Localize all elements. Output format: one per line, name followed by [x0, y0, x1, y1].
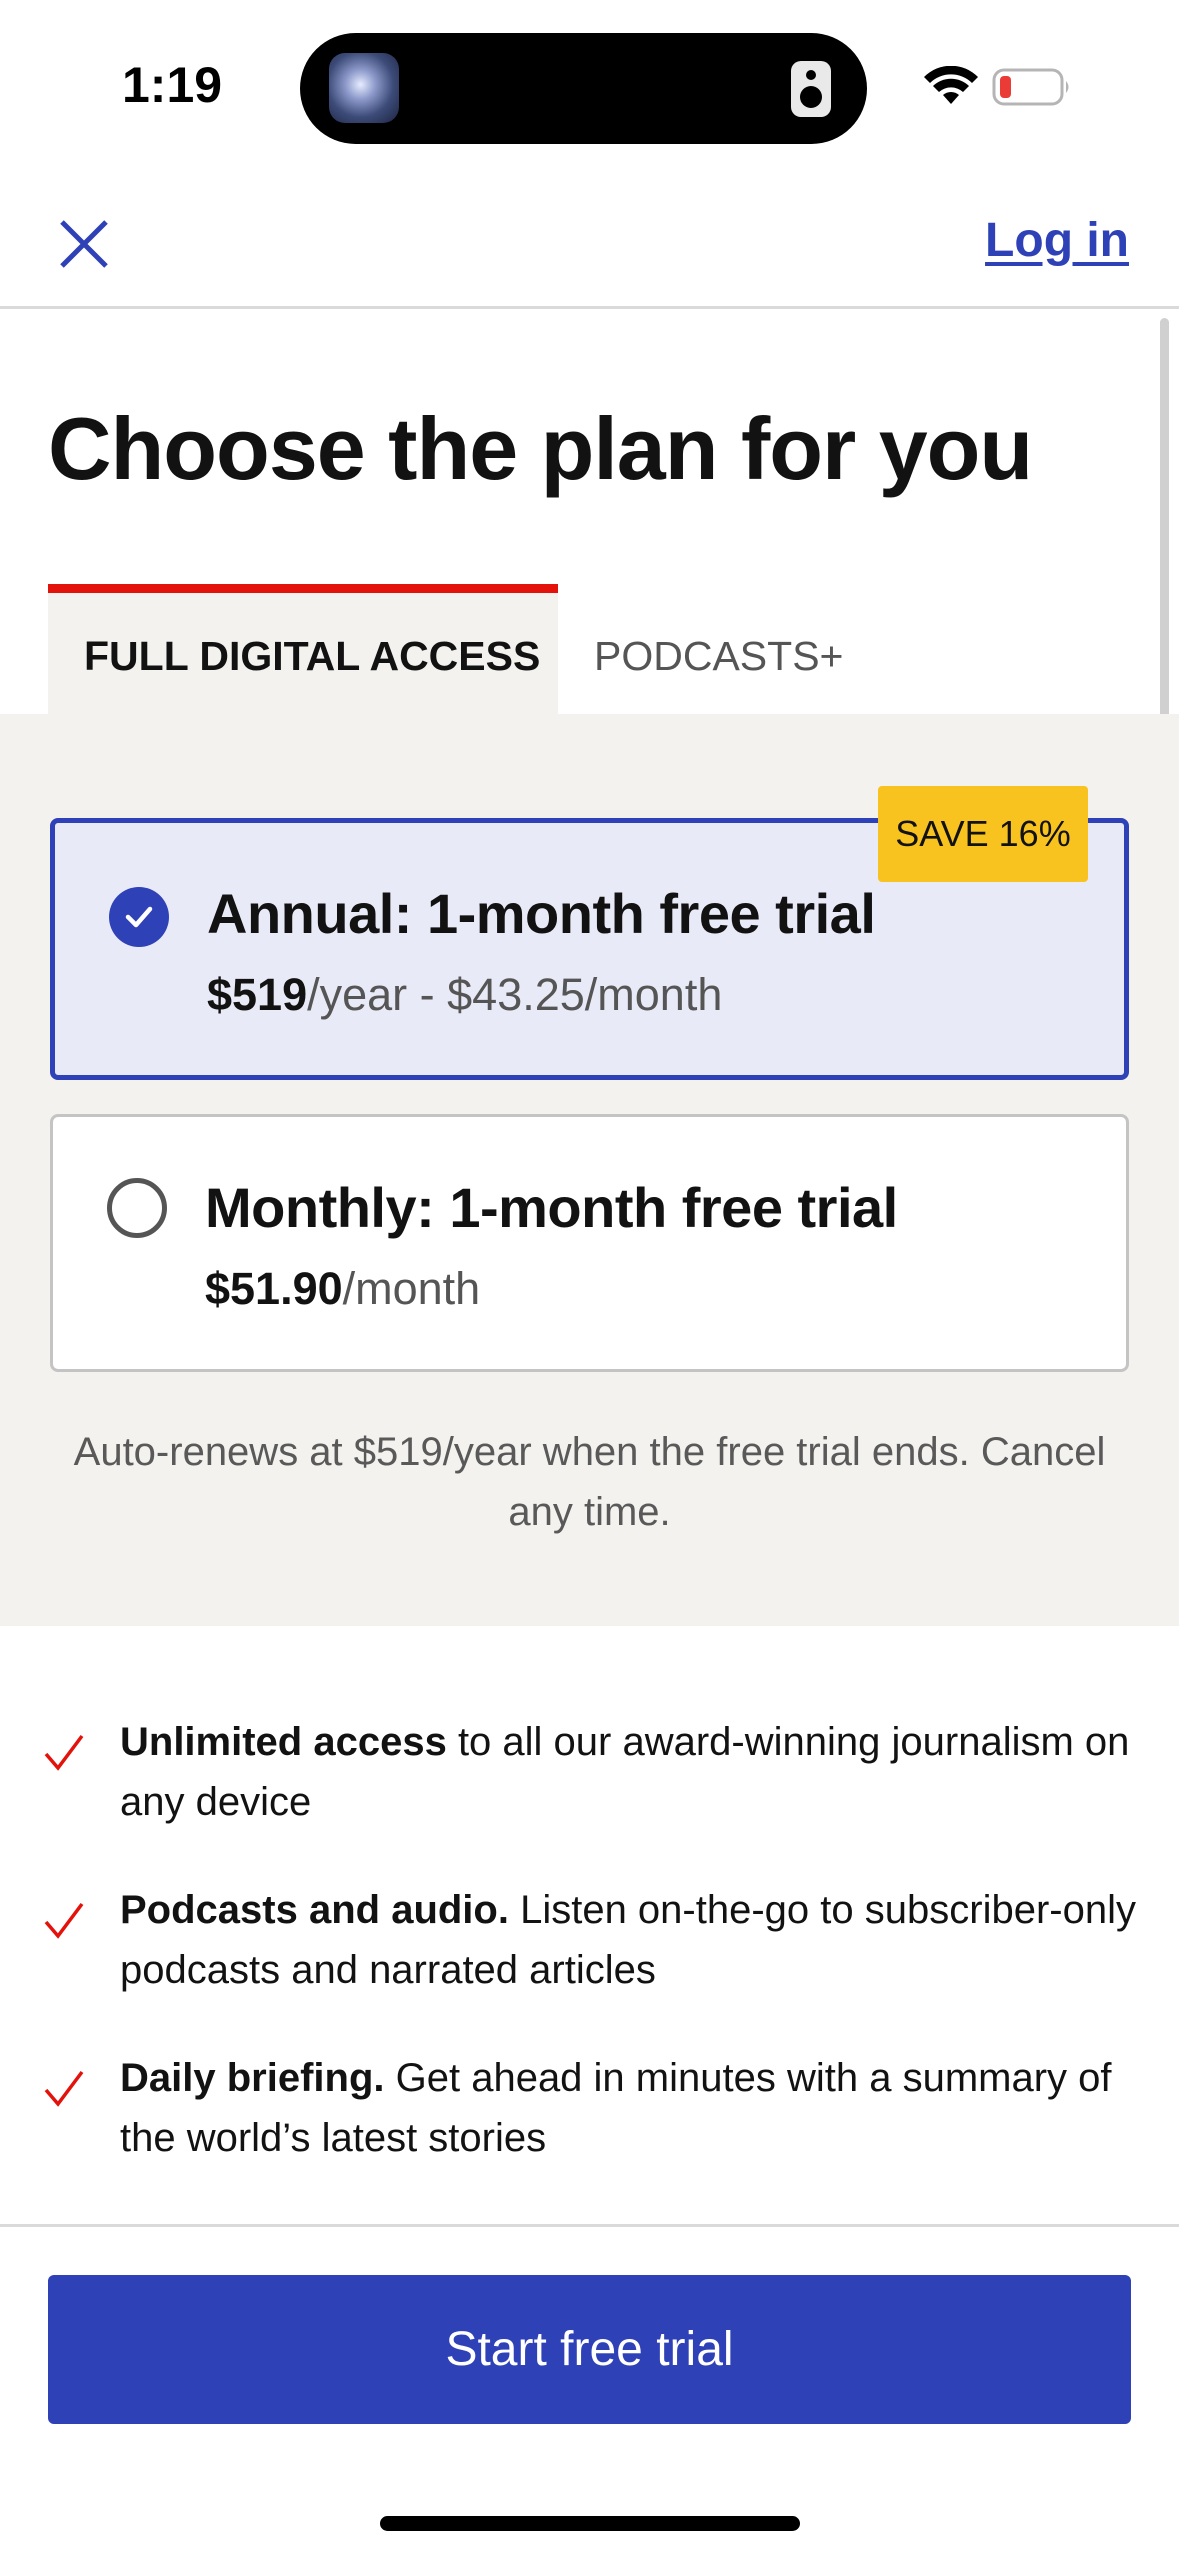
divider — [0, 2224, 1179, 2227]
plan-option-monthly[interactable]: Monthly: 1-month free trial $51.90/month — [50, 1114, 1129, 1372]
divider — [0, 306, 1179, 309]
close-button[interactable] — [54, 214, 114, 274]
tab-podcasts-plus[interactable]: PODCASTS+ — [558, 593, 888, 714]
save-badge: SAVE 16% — [878, 786, 1088, 882]
benefit-text: Daily briefing. Get ahead in minutes wit… — [120, 2048, 1150, 2168]
check-icon — [42, 1880, 120, 2000]
start-free-trial-button[interactable]: Start free trial — [48, 2275, 1131, 2424]
auto-renew-note: Auto-renews at $519/year when the free t… — [73, 1430, 1106, 1534]
radio-selected-icon[interactable] — [109, 887, 169, 947]
close-icon — [60, 220, 108, 268]
benefit-title: Daily briefing. — [120, 2056, 385, 2100]
battery-low-icon — [992, 68, 1069, 106]
benefit-title: Unlimited access — [120, 1720, 447, 1764]
media-thumbnail-icon — [329, 53, 399, 123]
plan-price-period: /year - $43.25/month — [307, 969, 723, 1020]
plan-price: $51.90/month — [205, 1263, 480, 1315]
dynamic-island[interactable] — [300, 33, 867, 144]
benefit-text: Podcasts and audio. Listen on-the-go to … — [120, 1880, 1150, 2000]
plan-price-amount: $519 — [207, 969, 308, 1020]
benefit-item: Podcasts and audio. Listen on-the-go to … — [42, 1880, 1152, 2000]
tab-full-digital-access[interactable]: FULL DIGITAL ACCESS — [48, 584, 558, 714]
speaker-icon — [791, 61, 831, 117]
radio-unselected-icon[interactable] — [107, 1178, 167, 1238]
checkmark-icon — [125, 906, 153, 928]
check-icon — [42, 2048, 120, 2168]
status-time: 1:19 — [122, 57, 223, 113]
plan-title: Monthly: 1-month free trial — [205, 1176, 898, 1239]
plan-title: Annual: 1-month free trial — [207, 882, 876, 945]
plan-price-amount: $51.90 — [205, 1263, 343, 1314]
plan-price: $519/year - $43.25/month — [207, 969, 722, 1021]
page-title: Choose the plan for you — [48, 399, 1033, 498]
benefit-text: Unlimited access to all our award-winnin… — [120, 1712, 1150, 1832]
login-link[interactable]: Log in — [985, 213, 1129, 268]
home-indicator[interactable] — [380, 2516, 800, 2531]
benefit-item: Daily briefing. Get ahead in minutes wit… — [42, 2048, 1152, 2168]
wifi-icon — [924, 66, 978, 104]
plan-price-period: /month — [342, 1263, 481, 1314]
check-icon — [42, 1712, 120, 1832]
subscription-page: 1:19 Log in Choose the plan for you FULL… — [0, 0, 1179, 2556]
benefit-title: Podcasts and audio. — [120, 1888, 509, 1932]
benefit-item: Unlimited access to all our award-winnin… — [42, 1712, 1152, 1832]
